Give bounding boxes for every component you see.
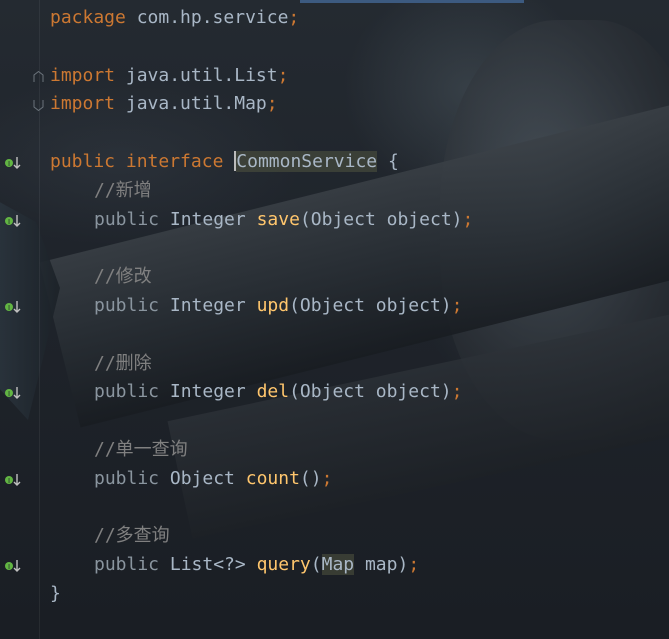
code-line[interactable]: I public interface CommonService {	[0, 148, 669, 177]
modifier: public	[94, 467, 160, 489]
open-paren: (	[310, 554, 322, 576]
implemented-method-icon[interactable]: I	[4, 299, 22, 315]
semicolon: ;	[321, 467, 333, 489]
implemented-method-icon[interactable]: I	[4, 558, 22, 574]
package-name: com.hp.service	[125, 7, 289, 28]
line-text: import java.util.List;	[50, 62, 288, 91]
code-line[interactable]: import java.util.Map;	[0, 90, 669, 119]
parameters: map)	[354, 554, 409, 576]
method-name: count	[245, 467, 300, 489]
code-line[interactable]: I public Integer save(Object object);	[0, 206, 669, 235]
code-line[interactable]	[0, 234, 669, 263]
method-name: query	[256, 554, 311, 576]
implemented-method-icon[interactable]: I	[4, 385, 22, 401]
code-editor[interactable]: package com.hp.service; import java.util…	[0, 4, 669, 609]
modifier: public	[94, 554, 160, 576]
svg-text:I: I	[8, 160, 10, 168]
comment: //删除	[94, 352, 152, 374]
line-text: package com.hp.service;	[50, 4, 299, 33]
code-line[interactable]	[0, 494, 669, 523]
line-text: public Object count();	[94, 465, 332, 494]
code-line[interactable]: //多查询	[0, 522, 669, 551]
comment: //单一查询	[94, 438, 188, 460]
svg-text:I: I	[8, 390, 10, 398]
line-text: public Integer save(Object object);	[94, 206, 473, 235]
modifier: public	[94, 208, 160, 230]
code-line[interactable]: I public Integer del(Object object);	[0, 378, 669, 407]
import-path: java.util.List	[115, 64, 278, 86]
code-line[interactable]: package com.hp.service;	[0, 4, 669, 33]
parameter-type: Map	[321, 554, 355, 576]
code-line[interactable]: //单一查询	[0, 436, 669, 465]
semicolon: ;	[462, 208, 474, 230]
comment: //多查询	[94, 525, 170, 547]
line-text: public Integer del(Object object);	[94, 378, 463, 407]
implemented-method-icon[interactable]: I	[4, 213, 22, 229]
keyword: import	[50, 93, 116, 115]
modifier: public	[94, 294, 160, 316]
svg-text:I: I	[8, 304, 10, 312]
code-line[interactable]: import java.util.List;	[0, 62, 669, 91]
code-line[interactable]	[0, 321, 669, 350]
return-type: Integer	[159, 381, 257, 403]
semicolon: ;	[266, 93, 278, 115]
code-line[interactable]: }	[0, 580, 669, 609]
comment: //新增	[94, 179, 152, 201]
code-line[interactable]: I public Object count();	[0, 465, 669, 494]
return-type: Object	[159, 467, 246, 489]
semicolon: ;	[451, 381, 463, 403]
svg-text:I: I	[8, 218, 10, 226]
close-brace: }	[50, 582, 61, 604]
svg-text:I: I	[8, 563, 10, 571]
method-name: upd	[256, 294, 290, 316]
return-type: List<?>	[159, 554, 257, 576]
code-line[interactable]: I public List<?> query(Map map);	[0, 551, 669, 580]
code-line[interactable]	[0, 407, 669, 436]
code-line[interactable]	[0, 119, 669, 148]
line-text: public Integer upd(Object object);	[94, 292, 463, 321]
parameters: (Object object)	[299, 208, 463, 230]
line-text: import java.util.Map;	[50, 90, 278, 119]
return-type: Integer	[159, 294, 257, 316]
open-brace: {	[377, 150, 399, 172]
implemented-method-icon[interactable]: I	[4, 155, 22, 171]
keyword: public	[50, 150, 116, 172]
comment: //修改	[94, 266, 152, 288]
semicolon: ;	[451, 294, 463, 316]
interface-name: CommonService	[236, 150, 378, 172]
semicolon: ;	[288, 7, 300, 28]
parameters: (Object object)	[289, 381, 452, 403]
fold-marker-icon[interactable]	[33, 70, 44, 83]
parameters: ()	[299, 467, 322, 489]
keyword: import	[50, 64, 116, 86]
return-type: Integer	[159, 208, 257, 230]
keyword: package	[50, 7, 126, 28]
code-line[interactable]: //修改	[0, 263, 669, 292]
editor-tab-indicator	[300, 0, 524, 3]
code-line[interactable]	[0, 33, 669, 62]
import-path: java.util.Map	[115, 93, 267, 115]
fold-marker-icon[interactable]	[33, 99, 44, 112]
svg-text:I: I	[8, 477, 10, 485]
implemented-method-icon[interactable]: I	[4, 472, 22, 488]
method-name: save	[256, 208, 300, 230]
code-line[interactable]: //删除	[0, 350, 669, 379]
keyword: interface	[125, 150, 224, 172]
code-line[interactable]: I public Integer upd(Object object);	[0, 292, 669, 321]
modifier: public	[94, 381, 160, 403]
line-text: public List<?> query(Map map);	[94, 551, 419, 580]
method-name: del	[256, 381, 290, 403]
semicolon: ;	[408, 554, 420, 576]
parameters: (Object object)	[289, 294, 452, 316]
code-line[interactable]: //新增	[0, 177, 669, 206]
line-text: public interface CommonService {	[50, 148, 399, 177]
semicolon: ;	[277, 64, 289, 86]
